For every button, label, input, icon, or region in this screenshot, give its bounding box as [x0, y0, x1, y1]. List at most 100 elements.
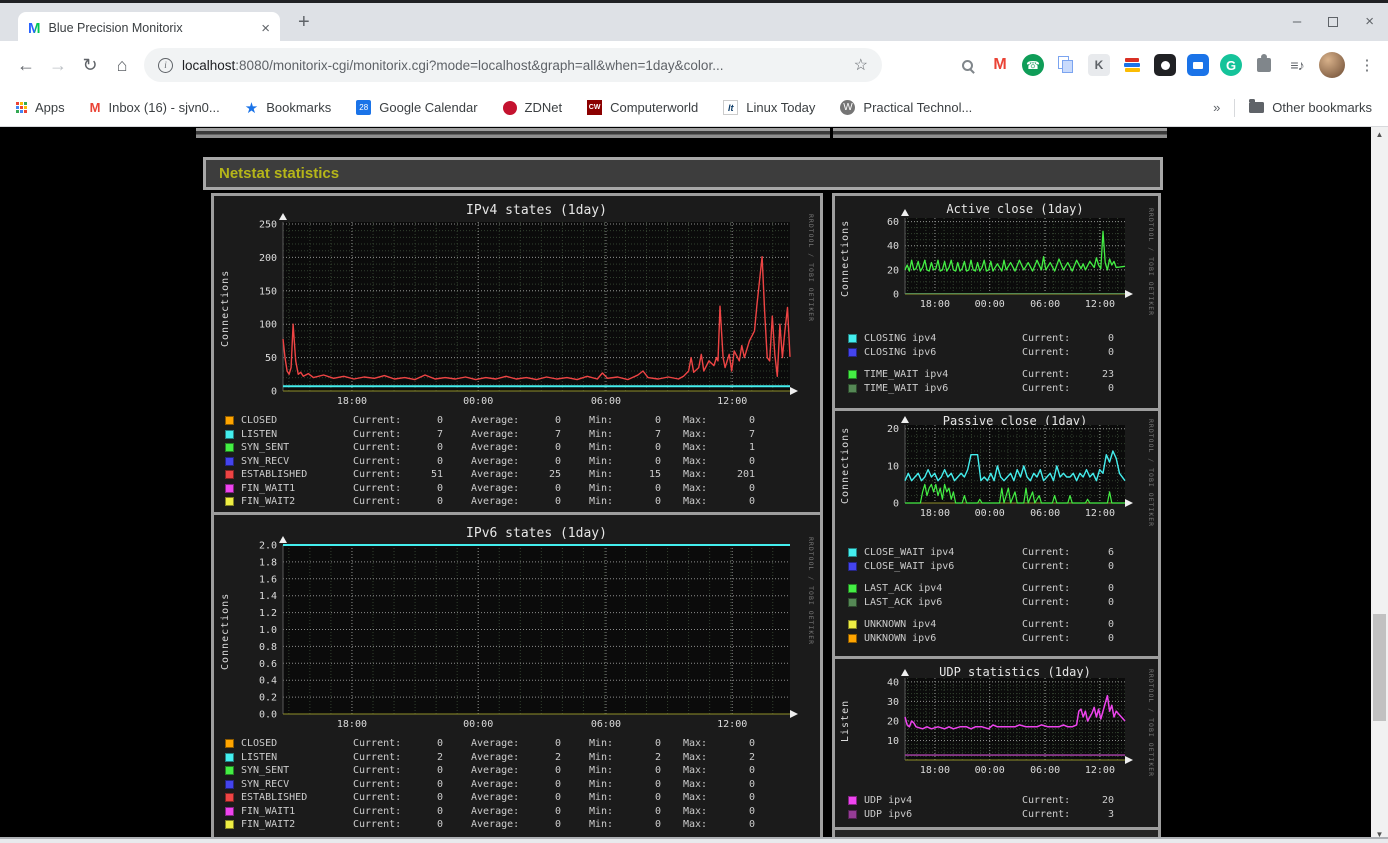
netstat-section-header: Netstat statistics [203, 157, 1163, 190]
svg-text:150: 150 [259, 286, 277, 297]
extension-row: M ☎ K G ≡♪ ⋮ [956, 52, 1378, 78]
legend-label: CLOSING ipv6 [864, 346, 937, 358]
other-bookmarks-button[interactable]: Other bookmarks [1249, 99, 1372, 115]
ipv6-states-graph[interactable]: 0.0 0.2 0.4 0.6 0.8 1.0 1.2 1.4 1.6 1.8 2.0 18:00 00… [214, 515, 820, 734]
window-bottom-edge [0, 837, 1388, 843]
svg-text:10: 10 [887, 736, 899, 747]
grey-extension-icon[interactable]: K [1088, 54, 1110, 76]
url-text[interactable]: localhost:8080/monitorix-cgi/monitorix.c… [182, 58, 845, 73]
forward-button[interactable]: → [42, 55, 74, 76]
site-info-icon[interactable]: i [158, 57, 173, 73]
passive-close-graph[interactable]: 0 10 20 18:00 00:00 06:00 12:00 [835, 411, 1158, 525]
bookmark-practical-tech[interactable]: W Practical Technol... [840, 100, 972, 115]
legend-swatch [848, 633, 857, 643]
profile-avatar[interactable] [1319, 52, 1345, 78]
bookmark-star-icon[interactable]: ☆ [854, 55, 868, 75]
url-bar[interactable]: i localhost:8080/monitorix-cgi/monitorix… [144, 48, 882, 82]
back-button[interactable]: ← [10, 55, 42, 76]
bookmark-apps[interactable]: Apps [16, 100, 65, 115]
minimize-button[interactable]: – [1293, 13, 1301, 30]
maximize-button[interactable] [1328, 16, 1339, 27]
legend-swatch [848, 809, 857, 819]
legend-label: LISTEN [241, 751, 278, 763]
camera-extension-icon[interactable] [1187, 54, 1209, 76]
copy-extension-icon[interactable] [1055, 54, 1077, 76]
books-extension-icon[interactable] [1121, 54, 1143, 76]
bookmark-inbox[interactable]: M Inbox (16) - sjvn0... [90, 100, 220, 115]
reload-button[interactable]: ↻ [74, 55, 106, 76]
browser-tab[interactable]: M Blue Precision Monitorix × [18, 12, 280, 44]
active-close-panel: Active close (1day) Connections RRDTOOL … [835, 196, 1158, 408]
legend-label: UNKNOWN ipv6 [864, 632, 937, 644]
legend-row: CLOSE_WAIT ipv4 Current: 6 [848, 546, 1152, 560]
active-close-graph[interactable]: 0 20 40 60 18:00 00:00 06:00 12:00 [835, 196, 1158, 316]
url-host: localhost [182, 57, 236, 73]
extensions-puzzle-icon[interactable] [1253, 54, 1275, 76]
udp-statistics-graph[interactable]: 10 20 30 40 18:00 00:00 06:00 12:00 [835, 659, 1158, 777]
browser-menu-icon[interactable]: ⋮ [1356, 54, 1378, 76]
svg-text:50: 50 [265, 353, 277, 364]
bookmark-linux-today[interactable]: lt Linux Today [723, 100, 815, 115]
browser-window: M Blue Precision Monitorix × + – × ← → ↻… [0, 0, 1388, 843]
legend-swatch [225, 483, 234, 493]
legend-label: SYN_RECV [241, 455, 290, 467]
legend-row: FIN_WAIT1 Current: 0 Average: 0 Min: 0 Max: 0 [225, 482, 812, 496]
legend-row: TIME_WAIT ipv6 Current: 0 [848, 382, 1152, 396]
tab-close-icon[interactable]: × [261, 20, 270, 37]
ipv6-legend: CLOSED Current: 0 Average: 0 Min: 0 Max: 0 LISTEN… [225, 737, 812, 832]
svg-text:20: 20 [887, 265, 899, 276]
svg-text:0.4: 0.4 [259, 676, 277, 687]
legend-row: UDP ipv6 Current: 3 [848, 808, 1152, 822]
legend-row: CLOSING ipv6 Current: 0 [848, 346, 1152, 360]
svg-text:100: 100 [259, 320, 277, 331]
legend-label: CLOSE_WAIT ipv4 [864, 547, 955, 559]
ipv4-states-graph[interactable]: 0 50 100 150 200 250 18:00 00:00 06:00 12:00 [214, 196, 820, 411]
legend-swatch [225, 416, 234, 426]
legend-swatch [848, 620, 857, 630]
svg-text:30: 30 [887, 697, 899, 708]
gmail-extension-icon[interactable]: M [989, 54, 1011, 76]
legend-swatch [225, 443, 234, 453]
passive-close-legend: CLOSE_WAIT ipv4 Current: 6 CLOSE_WAIT ipv6 C… [848, 546, 1152, 645]
svg-text:10: 10 [887, 461, 899, 472]
monitorix-favicon-icon: M [28, 19, 41, 37]
new-tab-button[interactable]: + [298, 11, 310, 34]
playlist-extension-icon[interactable]: ≡♪ [1286, 54, 1308, 76]
svg-text:12:00: 12:00 [1085, 508, 1115, 519]
svg-text:0.6: 0.6 [259, 659, 277, 670]
url-path: :8080/monitorix-cgi/monitorix.cgi?mode=l… [235, 57, 724, 73]
legend-swatch [848, 597, 857, 607]
bookmark-zdnet[interactable]: ZDNet [502, 100, 562, 115]
legend-swatch [848, 334, 857, 344]
scroll-up-arrow-icon[interactable]: ▲ [1371, 127, 1388, 143]
bookmarks-overflow-chevron[interactable]: » [1213, 100, 1220, 115]
legend-swatch [225, 820, 234, 830]
page-scrollbar[interactable]: ▲ ▼ [1371, 127, 1388, 843]
legend-label: CLOSE_WAIT ipv6 [864, 560, 955, 572]
bookmark-bookmarks[interactable]: ★ Bookmarks [245, 99, 331, 117]
legend-label: FIN_WAIT2 [241, 819, 296, 831]
scrollbar-thumb[interactable] [1373, 613, 1386, 722]
legend-row: SYN_SENT Current: 0 Average: 0 Min: 0 Max: 1 [225, 441, 812, 455]
tab-strip: M Blue Precision Monitorix × + – × [0, 0, 1388, 44]
svg-text:250: 250 [259, 220, 277, 231]
lamp-extension-icon[interactable] [1154, 54, 1176, 76]
svg-text:18:00: 18:00 [337, 396, 367, 407]
search-extension-icon[interactable] [956, 54, 978, 76]
legend-label: LAST_ACK ipv6 [864, 596, 943, 608]
close-button[interactable]: × [1365, 13, 1374, 30]
grammarly-extension-icon[interactable]: G [1220, 54, 1242, 76]
bookmark-google-calendar[interactable]: 28 Google Calendar [356, 100, 478, 115]
legend-label: UDP ipv4 [864, 795, 913, 807]
udp-legend: UDP ipv4 Current: 20 UDP ipv6 Current: 3 [848, 794, 1152, 821]
active-close-legend: CLOSING ipv4 Current: 0 CLOSING ipv6 Current… [848, 332, 1152, 395]
divider [1234, 98, 1236, 117]
legend-label: CLOSED [241, 415, 278, 427]
apps-grid-icon [16, 102, 27, 113]
svg-text:06:00: 06:00 [591, 719, 621, 730]
svg-text:1.6: 1.6 [259, 574, 277, 585]
bookmark-computerworld[interactable]: CW Computerworld [587, 100, 698, 115]
home-button[interactable]: ⌂ [106, 55, 138, 76]
phone-extension-icon[interactable]: ☎ [1022, 54, 1044, 76]
legend-label: SYN_RECV [241, 778, 290, 790]
